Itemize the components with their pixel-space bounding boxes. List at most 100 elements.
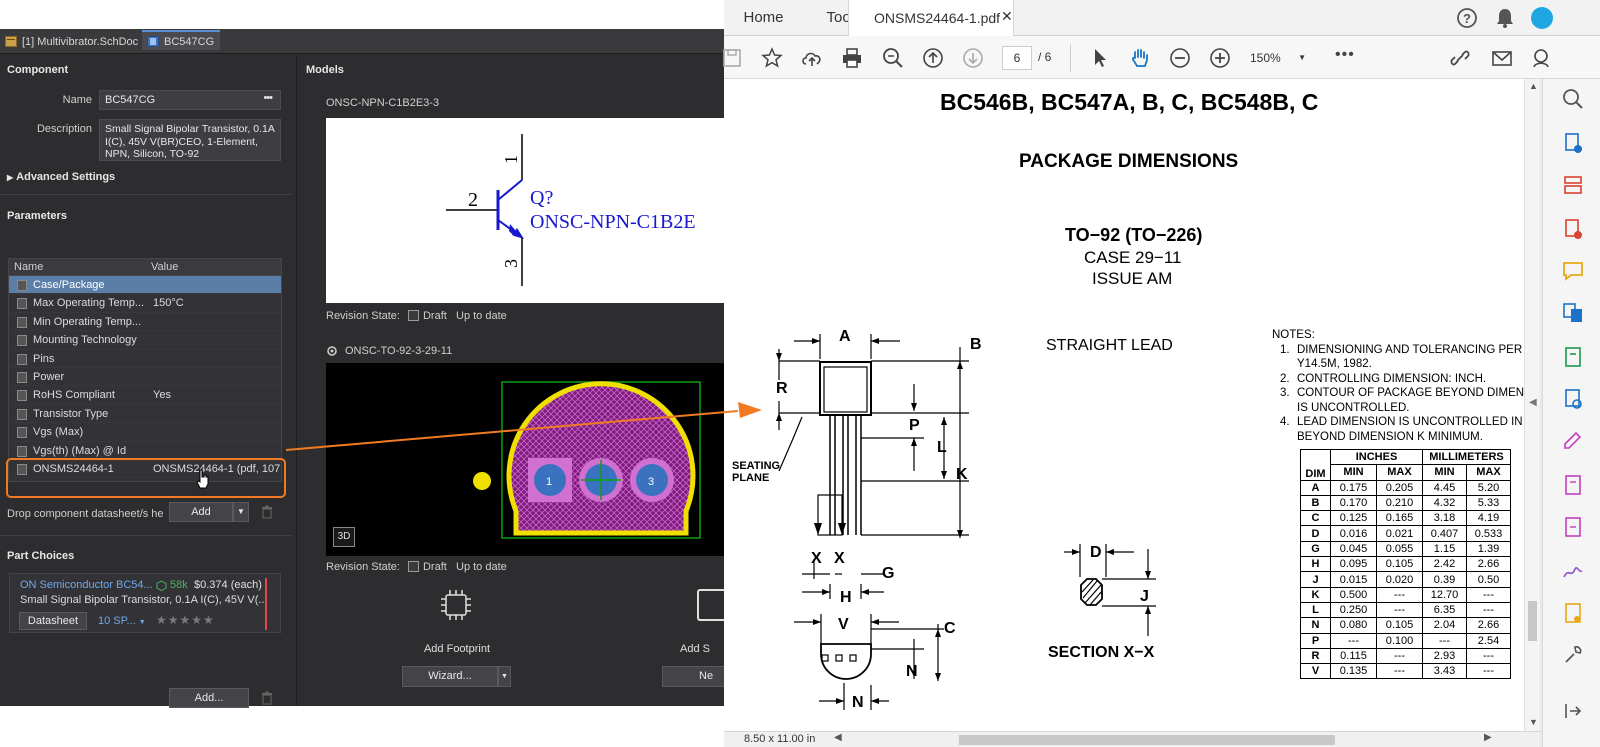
add-dropdown-button[interactable]: ▼ (233, 502, 249, 522)
add-footprint-label[interactable]: Add Footprint (407, 643, 507, 655)
email-icon[interactable] (1490, 46, 1514, 70)
parameter-row[interactable]: Vgs (Max) (9, 423, 281, 442)
account-avatar-icon[interactable] (1530, 6, 1554, 30)
parameter-row[interactable]: Case/Package (9, 276, 281, 295)
scroll-right-icon[interactable]: ▶ (1484, 732, 1492, 743)
dimension-value: 2.42 (1422, 556, 1467, 573)
datasheet-button[interactable]: Datasheet (19, 612, 87, 630)
bookmark-star-icon[interactable] (760, 46, 784, 70)
combine-files-icon[interactable] (1561, 301, 1585, 325)
previous-page-icon[interactable] (921, 46, 945, 70)
symbol-preview[interactable]: 2 1 3 Q? ONSC-NPN-C1B2E (326, 118, 725, 303)
comment-icon[interactable] (1561, 259, 1585, 283)
name-more-button[interactable]: ••• (263, 92, 273, 104)
vertical-scroll-thumb[interactable] (1528, 601, 1537, 641)
add-parameter-button[interactable]: Add (169, 502, 233, 522)
tab-multivibrator-schdoc[interactable]: [1] Multivibrator.SchDoc (0, 32, 144, 52)
parameter-value[interactable]: 150°C (153, 297, 281, 309)
trash-icon[interactable] (261, 505, 273, 519)
draft-checkbox[interactable] (407, 310, 419, 321)
dimension-value: --- (1376, 586, 1423, 603)
share-link-icon[interactable] (1448, 46, 1472, 70)
next-page-icon[interactable] (961, 46, 985, 70)
dim-header: DIM (1300, 449, 1331, 481)
select-cursor-icon[interactable] (1088, 46, 1112, 70)
draft-checkbox[interactable] (407, 561, 419, 572)
send-for-signature-icon[interactable] (1561, 601, 1585, 625)
zoom-level-value: 150% (1250, 51, 1281, 65)
footprint-chip-icon[interactable] (438, 587, 474, 623)
parameter-row[interactable]: Mounting Technology (9, 331, 281, 350)
horizontal-scroll-thumb[interactable] (959, 735, 1335, 745)
compress-pdf-icon[interactable] (1561, 345, 1585, 369)
export-pdf-icon[interactable] (1561, 217, 1585, 241)
simulation-model-icon[interactable] (697, 589, 725, 621)
scroll-up-icon[interactable]: ▲ (1529, 81, 1538, 91)
save-icon[interactable] (720, 46, 744, 70)
footprint-wizard-button[interactable]: Wizard... (402, 666, 498, 687)
create-pdf-icon[interactable] (1561, 131, 1585, 155)
zoom-search-icon[interactable] (881, 46, 905, 70)
scroll-down-icon[interactable]: ▼ (1529, 717, 1538, 727)
more-tools-wrench-icon[interactable] (1561, 643, 1585, 667)
revision-label: Revision State: (326, 561, 400, 573)
parameter-row[interactable]: Min Operating Temp... (9, 313, 281, 332)
trash-icon[interactable] (261, 691, 273, 705)
page-view-icon[interactable] (1561, 515, 1585, 539)
tab-bc547cg[interactable]: BC547CG (142, 30, 221, 50)
page-number-input[interactable]: 6 (1002, 46, 1032, 70)
protect-icon[interactable] (1561, 387, 1585, 411)
dimension-key: C (1300, 510, 1331, 527)
pdf-page-view[interactable]: BC546B, BC547A, B, C, BC548B, C PACKAGE … (724, 79, 1540, 731)
col-value-header[interactable]: Value (151, 261, 178, 273)
scroll-left-icon[interactable]: ◀ (834, 732, 842, 743)
hand-tool-icon[interactable] (1128, 46, 1152, 70)
add-simulation-label[interactable]: Add S (680, 643, 710, 655)
part-choice-card[interactable]: ON Semiconductor BC54... 58k $0.374 (eac… (9, 573, 281, 633)
parameter-doc-icon (17, 371, 27, 383)
collapse-rail-icon[interactable] (1561, 699, 1585, 723)
edit-pdf-icon[interactable] (1561, 473, 1585, 497)
tab-document[interactable]: ONSMS24464-1.pdf ✕ (848, 0, 1014, 36)
parameter-row[interactable]: Max Operating Temp... 150°C (9, 294, 281, 313)
col-name-header[interactable]: Name (14, 261, 43, 273)
fill-sign-icon[interactable] (1561, 429, 1585, 453)
parameter-row[interactable]: Transistor Type (9, 405, 281, 424)
add-part-choice-button[interactable]: Add... (169, 688, 249, 708)
zoom-in-icon[interactable] (1208, 46, 1232, 70)
parameter-value[interactable]: Yes (153, 389, 281, 401)
parameter-name: Case/Package (33, 279, 105, 291)
more-tools-icon[interactable]: ••• (1335, 46, 1355, 64)
tab-home[interactable]: Home (724, 0, 803, 36)
wizard-dropdown-button[interactable]: ▼ (498, 666, 511, 687)
supplier-link[interactable]: ON Semiconductor BC54... (20, 579, 153, 591)
up-to-date-label: Up to date (456, 310, 507, 322)
add-user-icon[interactable] (1530, 46, 1554, 70)
panel-collapse-arrow-icon[interactable]: ◀ (1529, 397, 1537, 408)
supplier-count-dropdown[interactable]: 10 SP... ▼ (98, 615, 146, 627)
print-icon[interactable] (840, 46, 864, 70)
signature-icon[interactable] (1561, 559, 1585, 583)
parameter-row[interactable]: Pins (9, 350, 281, 368)
advanced-settings-toggle[interactable]: ▶ Advanced Settings (7, 171, 115, 183)
new-model-button[interactable]: Ne (662, 666, 725, 687)
parameter-row[interactable]: Power (9, 368, 281, 387)
zoom-search-icon[interactable] (1561, 87, 1585, 111)
help-icon[interactable]: ? (1456, 7, 1478, 29)
footprint-revision-state: Revision State: Draft Up to date (326, 561, 507, 573)
zoom-level-select[interactable]: 150% ▼ (1242, 46, 1306, 70)
dim-label-d: D (1090, 544, 1102, 561)
zoom-out-icon[interactable] (1168, 46, 1192, 70)
rating-stars[interactable]: ★★★★★ (156, 613, 215, 627)
name-field[interactable]: BC547CG ••• (99, 90, 281, 110)
description-field[interactable]: Small Signal Bipolar Transistor, 0.1A I(… (99, 119, 281, 161)
footprint-preview[interactable]: 1 3 3D (326, 363, 725, 556)
bell-icon[interactable] (1494, 7, 1516, 29)
close-icon[interactable]: ✕ (1001, 8, 1013, 25)
parameter-row[interactable]: RoHS Compliant Yes (9, 386, 281, 405)
cloud-upload-icon[interactable] (800, 46, 824, 70)
name-value: BC547CG (105, 94, 156, 106)
organize-pages-icon[interactable] (1561, 173, 1585, 197)
dimension-value: 1.15 (1422, 540, 1467, 558)
3d-view-button[interactable]: 3D (333, 527, 355, 547)
